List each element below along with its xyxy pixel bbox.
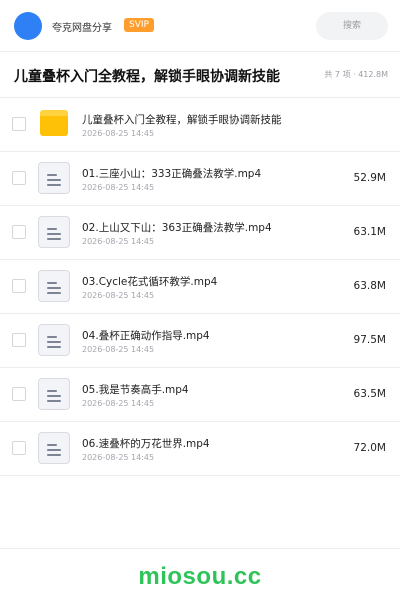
list-item[interactable]: 03.Cycle花式循环教学.mp4 2026-08-25 14:45 63.8… [0, 260, 400, 314]
app-name: 夸克网盘分享 [52, 23, 112, 34]
select-checkbox[interactable] [12, 117, 26, 131]
site-watermark: miosou.cc [138, 563, 262, 590]
share-title-bar: 儿童叠杯入门全教程，解锁手眼协调新技能 共 7 项 · 412.8M [0, 52, 400, 98]
list-item[interactable]: 04.叠杯正确动作指导.mp4 2026-08-25 14:45 97.5M [0, 314, 400, 368]
file-name: 儿童叠杯入门全教程，解锁手眼协调新技能 [82, 114, 282, 126]
file-list: 儿童叠杯入门全教程，解锁手眼协调新技能 2026-08-25 14:45 01.… [0, 98, 400, 476]
share-summary: 共 7 项 · 412.8M [324, 70, 388, 79]
user-avatar[interactable] [14, 12, 42, 40]
select-checkbox[interactable] [12, 279, 26, 293]
file-size: 63.1M [353, 226, 386, 238]
document-icon [38, 216, 70, 248]
file-date: 2026-08-25 14:45 [82, 237, 155, 246]
select-checkbox[interactable] [12, 333, 26, 347]
file-date: 2026-08-25 14:45 [82, 291, 155, 300]
search-input[interactable]: 搜索 [316, 12, 388, 40]
list-item[interactable]: 01.三座小山：333正确叠法教学.mp4 2026-08-25 14:45 5… [0, 152, 400, 206]
file-date: 2026-08-25 14:45 [82, 129, 155, 138]
file-date: 2026-08-25 14:45 [82, 345, 155, 354]
document-icon [38, 162, 70, 194]
file-date: 2026-08-25 14:45 [82, 399, 155, 408]
file-name: 02.上山又下山：363正确叠法教学.mp4 [82, 222, 272, 234]
file-name: 06.速叠杯的万花世界.mp4 [82, 438, 210, 450]
select-checkbox[interactable] [12, 171, 26, 185]
file-name: 01.三座小山：333正确叠法教学.mp4 [82, 168, 262, 180]
document-icon [38, 324, 70, 356]
file-size: 97.5M [353, 334, 386, 346]
svip-badge: SVIP [124, 18, 154, 32]
folder-icon [38, 108, 70, 140]
select-checkbox[interactable] [12, 441, 26, 455]
document-icon [38, 378, 70, 410]
share-header: 夸克网盘分享 SVIP 搜索 [0, 0, 400, 52]
file-size: 72.0M [353, 442, 386, 454]
file-date: 2026-08-25 14:45 [82, 183, 155, 192]
list-item[interactable]: 02.上山又下山：363正确叠法教学.mp4 2026-08-25 14:45 … [0, 206, 400, 260]
list-item[interactable]: 06.速叠杯的万花世界.mp4 2026-08-25 14:45 72.0M [0, 422, 400, 476]
file-size: 63.8M [353, 280, 386, 292]
document-icon [38, 270, 70, 302]
file-name: 03.Cycle花式循环教学.mp4 [82, 276, 218, 288]
file-date: 2026-08-25 14:45 [82, 453, 155, 462]
document-icon [38, 432, 70, 464]
file-name: 05.我是节奏高手.mp4 [82, 384, 189, 396]
page-footer: miosou.cc [0, 548, 400, 600]
select-checkbox[interactable] [12, 225, 26, 239]
list-item[interactable]: 儿童叠杯入门全教程，解锁手眼协调新技能 2026-08-25 14:45 [0, 98, 400, 152]
select-checkbox[interactable] [12, 387, 26, 401]
page-title: 儿童叠杯入门全教程，解锁手眼协调新技能 [14, 69, 280, 85]
file-size: 63.5M [353, 388, 386, 400]
file-name: 04.叠杯正确动作指导.mp4 [82, 330, 210, 342]
file-size: 52.9M [353, 172, 386, 184]
list-item[interactable]: 05.我是节奏高手.mp4 2026-08-25 14:45 63.5M [0, 368, 400, 422]
